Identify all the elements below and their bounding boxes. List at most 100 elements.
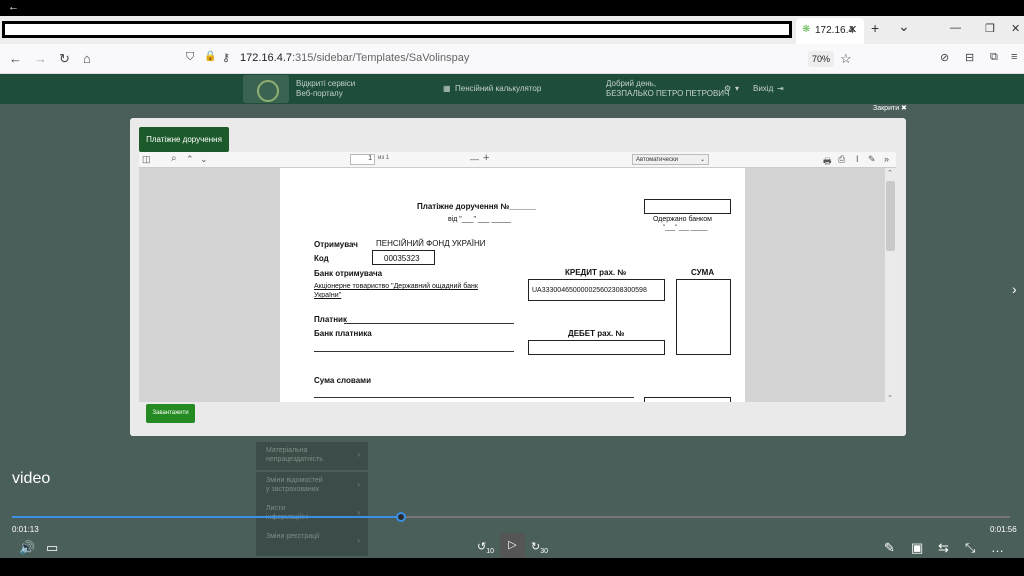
sidebar-item-label: Зміни реєстрації xyxy=(266,533,320,540)
captions-icon[interactable]: ▭ xyxy=(46,540,58,556)
sidebar-item[interactable]: Матеріальна непрацездатність › xyxy=(256,442,368,470)
rewind-icon[interactable]: ↺10 xyxy=(477,540,494,555)
tab-close-icon[interactable]: ✕ xyxy=(848,23,857,36)
recipient-label: Отримувач xyxy=(314,240,358,249)
pdf-scrollbar-thumb[interactable] xyxy=(886,181,895,251)
site-title-line1: Відкриті сервіси xyxy=(296,79,356,88)
pocket-icon[interactable]: ⊘ xyxy=(940,51,949,64)
pdf-next-page-icon[interactable]: ⌄ xyxy=(200,154,208,165)
more-options-icon[interactable]: … xyxy=(991,540,1004,555)
minimize-icon[interactable]: — xyxy=(950,22,961,34)
window-close-icon[interactable]: ✕ xyxy=(1011,22,1020,35)
user-name: БЕЗПАЛЬКО ПЕТРО ПЕТРОВИЧ xyxy=(606,89,730,98)
back-icon[interactable]: ← xyxy=(9,51,22,66)
scroll-up-icon[interactable]: ⌃ xyxy=(887,169,893,177)
chevron-right-icon: › xyxy=(357,450,360,459)
url-field[interactable]: 172.16.4.7:315/sidebar/Templates/SaVolin… xyxy=(240,52,469,64)
chevron-right-icon: › xyxy=(357,536,360,545)
key-icon[interactable]: ⚷ xyxy=(222,51,230,64)
recipient-value: ПЕНСІЙНИЙ ФОНД УКРАЇНИ xyxy=(376,239,486,248)
chevron-right-icon[interactable]: › xyxy=(1012,281,1017,297)
payer-bank-label: Банк платника xyxy=(314,329,372,338)
player-bottom-bar xyxy=(0,558,1024,576)
logout-icon[interactable]: ⇥ xyxy=(777,84,784,94)
credit-account-value: UA333004650000025602308300598 xyxy=(532,287,647,294)
restore-icon[interactable]: ❐ xyxy=(985,22,995,35)
menu-icon[interactable]: ≡ xyxy=(1011,51,1017,63)
bank-stamp-box xyxy=(644,199,731,214)
recipient-bank-value: Акціонерне товариство "Державний ощадний… xyxy=(314,283,478,290)
pdf-page-number-input[interactable]: 1 xyxy=(350,154,375,165)
bookmark-star-icon[interactable]: ☆ xyxy=(840,51,852,67)
pdf-more-tools-icon[interactable]: » xyxy=(884,154,889,164)
forward-icon[interactable]: → xyxy=(34,51,47,66)
lock-icon[interactable]: 🔒 xyxy=(204,51,216,62)
site-header: Відкриті сервіси Веб-порталу ▦ Пенсійний… xyxy=(0,74,1024,104)
shield-icon[interactable]: ⛉ xyxy=(186,51,194,64)
total-time: 0:01:56 xyxy=(990,525,1017,534)
pdf-draw-tool-icon[interactable]: ✎ xyxy=(868,154,876,165)
settings-icon[interactable]: ⚙ xyxy=(724,84,731,94)
pdf-sidebar-toggle-icon[interactable]: ◫ xyxy=(142,154,151,165)
pdf-page: Платіжне доручення №______ від "___" ___… xyxy=(280,168,745,402)
sum-box xyxy=(676,279,731,355)
recipient-bank-value-line2: України" xyxy=(314,292,342,299)
payer-line xyxy=(344,323,514,324)
redacted-bar xyxy=(2,21,792,38)
pdf-search-icon[interactable]: ⌕ xyxy=(171,153,177,164)
site-favicon-icon: ❋ xyxy=(802,24,811,35)
scroll-down-icon[interactable]: ⌄ xyxy=(887,391,893,399)
cast-icon[interactable]: ⇆ xyxy=(938,540,949,556)
home-icon[interactable]: ⌂ xyxy=(83,51,91,66)
sidebar-item[interactable]: Листи інформаційні› xyxy=(256,500,368,528)
pdf-zoom-out-icon[interactable]: — xyxy=(470,154,479,164)
calculator-icon: ▦ xyxy=(443,84,451,93)
tab-list-icon[interactable]: ⌄ xyxy=(898,18,910,35)
play-button[interactable]: ▷ xyxy=(500,533,525,558)
recipient-bank-label: Банк отримувача xyxy=(314,269,383,278)
extensions-icon[interactable]: ⧉ xyxy=(990,51,998,64)
settings-caret-icon[interactable]: ▾ xyxy=(735,84,739,94)
volume-icon[interactable]: 🔊 xyxy=(19,540,35,556)
site-title-line2: Веб-порталу xyxy=(296,89,343,98)
debit-account-box xyxy=(528,340,665,355)
site-logo[interactable] xyxy=(243,75,289,103)
tab-payment-order[interactable]: Платіжне доручення xyxy=(139,127,229,152)
forward-seconds: 30 xyxy=(540,548,549,556)
progress-handle[interactable] xyxy=(396,512,406,522)
payer-label: Платник xyxy=(314,315,347,324)
pdf-zoom-in-icon[interactable]: + xyxy=(483,152,489,164)
chevron-right-icon: › xyxy=(357,480,360,489)
sidebar-item[interactable]: Зміни реєстрації › xyxy=(256,528,368,556)
browser-tab[interactable]: ❋ 172.16.4 ✕ xyxy=(796,18,864,44)
logout-link[interactable]: Вихід xyxy=(753,84,773,94)
pdf-save-icon[interactable]: ⎙ xyxy=(838,154,845,165)
close-modal-button[interactable]: Закрити ✖ xyxy=(873,104,907,112)
pdf-text-tool-icon[interactable]: I xyxy=(856,154,859,164)
payer-bank-line xyxy=(314,351,514,352)
chevron-down-icon: ⌄ xyxy=(699,157,705,163)
pension-calculator-link[interactable]: Пенсійний калькулятор xyxy=(455,84,541,94)
sidebar-item-label: Матеріальна непрацездатність xyxy=(266,447,323,463)
player-top-bar: ← xyxy=(0,0,1024,16)
display-icon[interactable]: ▣ xyxy=(911,540,923,556)
pdf-zoom-select[interactable]: Автоматически ⌄ xyxy=(632,154,709,165)
bank-received-label: Одержано банком xyxy=(653,216,712,223)
progress-fill xyxy=(12,516,401,518)
pdf-toolbar: ◫ ⌕ ⌃ ⌄ 1 из 1 — + Автоматически ⌄ 🖶 ⎙ I … xyxy=(139,152,896,168)
shrink-icon[interactable]: ⤡ xyxy=(965,540,975,556)
sum-in-words-label: Сума словами xyxy=(314,376,372,385)
forward-icon[interactable]: ↻30 xyxy=(531,540,548,555)
sum-in-words-line xyxy=(314,397,634,398)
back-arrow-icon[interactable]: ← xyxy=(8,1,19,13)
reload-icon[interactable]: ↻ xyxy=(59,51,70,67)
download-button[interactable]: Завантажити xyxy=(146,404,195,423)
zoom-level[interactable]: 70% xyxy=(808,51,834,67)
current-time: 0:01:13 xyxy=(12,525,39,534)
new-tab-icon[interactable]: + xyxy=(871,20,879,36)
edit-icon[interactable]: ✎ xyxy=(884,540,895,556)
pdf-prev-page-icon[interactable]: ⌃ xyxy=(186,154,194,165)
reader-icon[interactable]: ⊟ xyxy=(965,51,974,64)
sidebar-item[interactable]: Зміни відомостей у застрахованих › xyxy=(256,472,368,500)
video-title: video xyxy=(12,470,51,487)
